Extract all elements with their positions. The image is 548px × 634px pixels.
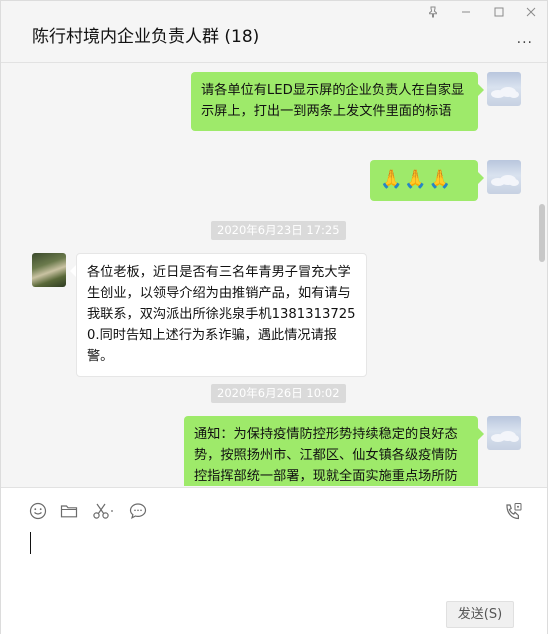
timestamp: 2020年6月26日 10:02 xyxy=(211,384,346,403)
more-options-button[interactable]: ... xyxy=(517,32,533,46)
my-avatar[interactable] xyxy=(487,416,521,450)
message-composer: 发送(S) xyxy=(1,487,547,634)
message-text: 通知：为保持疫情防控形势持续稳定的良好态势，按照扬州市、江都区、仙女镇各级疫情防… xyxy=(194,427,458,484)
scissors-icon[interactable] xyxy=(92,502,118,522)
maximize-icon[interactable] xyxy=(491,6,507,22)
message-list[interactable]: 请各单位有LED显示屏的企业负责人在自家显示屏上，打出一到两条上发文件里面的标语… xyxy=(1,64,547,486)
minimize-icon[interactable] xyxy=(458,6,474,22)
text-cursor xyxy=(30,532,31,554)
message-text: 🙏🙏🙏 xyxy=(380,169,454,190)
pin-icon[interactable] xyxy=(425,6,441,22)
message-bubble-sent[interactable]: 通知：为保持疫情防控形势持续稳定的良好态势，按照扬州市、江都区、仙女镇各级疫情防… xyxy=(184,416,478,486)
chat-bubble-icon[interactable] xyxy=(129,502,149,522)
message-bubble-sent[interactable]: 请各单位有LED显示屏的企业负责人在自家显示屏上，打出一到两条上发文件里面的标语 xyxy=(191,72,478,131)
phone-icon[interactable] xyxy=(503,502,523,522)
message-text: 各位老板，近日是否有三名年青男子冒充大学生创业，以领导介绍为由推销产品，如有请与… xyxy=(87,265,356,364)
title-bar: 陈行村境内企业负责人群 (18) ... xyxy=(1,1,547,63)
bubble-tail xyxy=(478,84,484,96)
timestamp: 2020年6月23日 17:25 xyxy=(211,221,346,240)
my-avatar[interactable] xyxy=(487,160,521,194)
bubble-tail xyxy=(478,172,484,184)
message-text: 请各单位有LED显示屏的企业负责人在自家显示屏上，打出一到两条上发文件里面的标语 xyxy=(201,83,465,119)
scrollbar[interactable] xyxy=(539,204,545,262)
message-input[interactable] xyxy=(21,528,531,594)
send-button[interactable]: 发送(S) xyxy=(446,601,514,628)
bubble-tail xyxy=(478,428,484,440)
chat-title: 陈行村境内企业负责人群 (18) xyxy=(32,27,260,47)
message-bubble-sent[interactable]: 🙏🙏🙏 xyxy=(370,160,478,201)
my-avatar[interactable] xyxy=(487,72,521,106)
contact-avatar[interactable] xyxy=(32,253,66,287)
folder-icon[interactable] xyxy=(60,502,80,522)
chat-window: 陈行村境内企业负责人群 (18) ... 请各单位有LED显示屏的企业负责人在自… xyxy=(0,0,548,634)
close-icon[interactable] xyxy=(523,6,539,22)
message-bubble-received[interactable]: 各位老板，近日是否有三名年青男子冒充大学生创业，以领导介绍为由推销产品，如有请与… xyxy=(76,253,367,377)
emoji-icon[interactable] xyxy=(29,502,49,522)
